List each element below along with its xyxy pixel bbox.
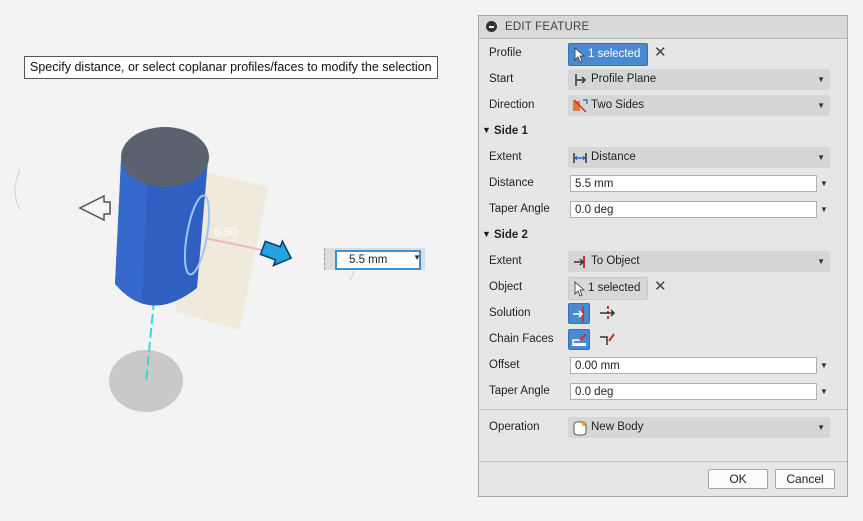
offset-label: Offset (489, 359, 520, 371)
collapse-icon[interactable] (486, 21, 497, 32)
side1-distance-input[interactable]: 5.5 mm (570, 175, 817, 192)
row-side2-object: Object 1 selected ✕ (479, 275, 847, 301)
row-side1-extent: Extent Distance ▼ (479, 145, 847, 171)
direction-dropdown[interactable]: Two Sides ▼ (568, 95, 830, 116)
cursor-icon (574, 281, 585, 297)
bottom-disc (109, 350, 183, 412)
row-side2-solution: Solution (479, 301, 847, 327)
row-side2-offset: Offset 0.00 mm ▼ (479, 353, 847, 379)
profile-select-button[interactable]: 1 selected (568, 43, 648, 66)
row-side1-taper: Taper Angle 0.0 deg ▼ (479, 197, 847, 223)
chain-faces-off-button[interactable] (596, 329, 618, 350)
operation-label: Operation (489, 421, 540, 433)
chevron-down-icon: ▼ (817, 101, 825, 110)
side1-taper-input[interactable]: 0.0 deg (570, 201, 817, 218)
chain-faces-off-icon (600, 333, 615, 345)
row-direction: Direction Two Sides ▼ (479, 93, 847, 119)
distance-icon (573, 153, 587, 163)
clear-object-icon[interactable]: ✕ (654, 278, 667, 296)
side2-object-label: Object (489, 281, 523, 293)
collapse-triangle-icon: ▼ (482, 229, 491, 239)
chevron-down-icon: ▼ (817, 423, 825, 432)
viewport-distance-input[interactable]: 5.5 mm (335, 250, 421, 270)
chevron-down-icon: ▼ (817, 75, 825, 84)
row-start: Start Profile Plane ▼ (479, 67, 847, 93)
side1-title: Side 1 (494, 125, 528, 137)
row-side2-extent: Extent To Object ▼ (479, 249, 847, 275)
start-label: Start (489, 73, 514, 85)
section-side1[interactable]: ▼ Side 1 (479, 120, 847, 144)
start-value: Profile Plane (591, 73, 657, 85)
chevron-down-icon[interactable]: ▼ (820, 387, 828, 396)
chevron-down-icon[interactable]: ▼ (820, 179, 828, 188)
chain-faces-on-icon (572, 333, 587, 346)
solution-adjacent-button[interactable] (568, 303, 590, 324)
orbit-arc-left (14, 169, 21, 211)
row-operation: Operation New Body ▼ (479, 415, 847, 441)
side1-distance-label: Distance (489, 177, 534, 189)
side2-taper-label: Taper Angle (489, 385, 550, 397)
profile-label: Profile (489, 47, 522, 59)
side2-direction-arrow (78, 194, 111, 222)
side2-extent-label: Extent (489, 255, 522, 267)
profile-plane-icon (575, 74, 587, 86)
chevron-down-icon[interactable]: ▼ (820, 205, 828, 214)
chevron-down-icon: ▼ (817, 153, 825, 162)
object-select-button[interactable]: 1 selected (568, 277, 648, 300)
side1-distance-arrow (259, 239, 293, 267)
side1-taper-label: Taper Angle (489, 203, 550, 215)
chevron-down-icon[interactable]: ▼ (820, 361, 828, 370)
collapse-triangle-icon: ▼ (482, 125, 491, 135)
edit-feature-panel: EDIT FEATURE Profile 1 selected ✕ Start … (478, 15, 848, 497)
solution-adjacent-icon (573, 307, 584, 322)
operation-value: New Body (591, 421, 644, 433)
solution-through-icon (600, 306, 616, 321)
panel-footer: OK Cancel (479, 461, 847, 496)
row-side2-taper: Taper Angle 0.0 deg ▼ (479, 379, 847, 405)
to-object-icon (574, 256, 585, 268)
side2-title: Side 2 (494, 229, 528, 241)
new-body-icon (573, 421, 587, 436)
side2-extent-value: To Object (591, 255, 640, 267)
row-side2-chain-faces: Chain Faces (479, 327, 847, 353)
cursor-icon (574, 47, 585, 63)
viewport-distance-box: 5.5 mm ▼ (324, 248, 425, 270)
chain-faces-on-button[interactable] (568, 329, 590, 350)
solution-through-button[interactable] (596, 303, 618, 324)
panel-header: EDIT FEATURE (479, 16, 847, 39)
cylinder-top-face (121, 127, 209, 187)
side1-extent-dropdown[interactable]: Distance ▼ (568, 147, 830, 168)
object-value: 1 selected (588, 282, 641, 294)
side1-extent-value: Distance (591, 151, 636, 163)
clear-profile-icon[interactable]: ✕ (654, 44, 667, 62)
start-dropdown[interactable]: Profile Plane ▼ (568, 69, 830, 90)
ok-button[interactable]: OK (708, 469, 768, 489)
row-side1-distance: Distance 5.5 mm ▼ (479, 171, 847, 197)
solution-label: Solution (489, 307, 531, 319)
profile-value: 1 selected (588, 48, 641, 60)
direction-value: Two Sides (591, 99, 645, 111)
offset-input[interactable]: 0.00 mm (570, 357, 817, 374)
side1-extent-label: Extent (489, 151, 522, 163)
chevron-down-icon: ▼ (817, 257, 825, 266)
divider (479, 409, 847, 410)
tooltip: Specify distance, or select coplanar pro… (24, 56, 438, 79)
section-side2[interactable]: ▼ Side 2 (479, 224, 847, 248)
chain-faces-label: Chain Faces (489, 333, 554, 345)
direction-label: Direction (489, 99, 535, 111)
row-profile: Profile 1 selected ✕ (479, 41, 847, 67)
operation-dropdown[interactable]: New Body ▼ (568, 417, 830, 438)
ghost-dimension-text: 6.50 (214, 225, 238, 239)
side2-extent-dropdown[interactable]: To Object ▼ (568, 251, 830, 272)
panel-title: EDIT FEATURE (505, 21, 590, 33)
chevron-down-icon[interactable]: ▼ (413, 253, 421, 262)
cancel-button[interactable]: Cancel (775, 469, 835, 489)
two-sides-icon (573, 99, 588, 113)
side2-taper-input[interactable]: 0.0 deg (570, 383, 817, 400)
